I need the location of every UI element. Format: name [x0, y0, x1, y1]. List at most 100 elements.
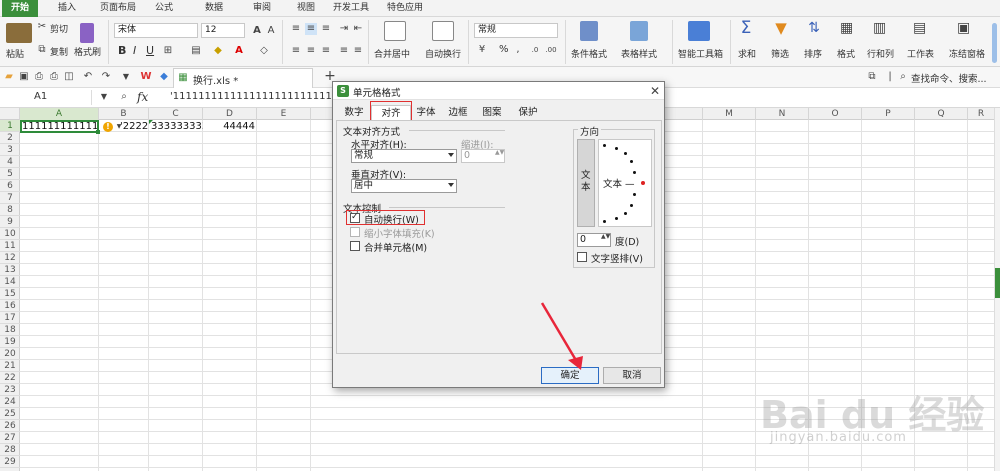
row-header[interactable]: 16 [0, 300, 20, 312]
name-box-dropdown-icon[interactable]: ▼ [98, 91, 110, 103]
qat-menu-icon[interactable]: ▼ [120, 71, 132, 83]
column-header-n[interactable]: N [756, 108, 809, 120]
degree-stepper[interactable]: 0 ▲▼ [577, 233, 611, 247]
tab-font[interactable]: 字体 [413, 105, 439, 120]
cell-d1[interactable]: 44444 [203, 121, 255, 133]
row-header[interactable]: 23 [0, 384, 20, 396]
row-header[interactable]: 3 [0, 144, 20, 156]
save-icon[interactable]: ▣ [18, 71, 30, 83]
redo-icon[interactable]: ↷ [100, 71, 112, 83]
vertical-stack-checkbox[interactable] [577, 252, 587, 262]
search-command-input[interactable]: 查找命令、搜索... [911, 71, 987, 85]
tab-data[interactable]: 数据 [196, 0, 232, 17]
tab-view[interactable]: 视图 [288, 0, 324, 17]
name-box[interactable]: A1 [2, 90, 92, 105]
paste-icon[interactable] [6, 23, 32, 43]
row-col-icon[interactable]: ▥ [873, 21, 886, 35]
tab-special[interactable]: 特色应用 [380, 0, 430, 17]
outdent-icon[interactable]: ⇤ [352, 23, 364, 35]
number-format-select[interactable]: 常规 [474, 23, 558, 38]
column-header-r[interactable]: R [968, 108, 994, 120]
clear-format-icon[interactable]: ◇ [258, 45, 270, 57]
column-header-q[interactable]: Q [915, 108, 968, 120]
filter-icon[interactable]: ▼ [775, 21, 787, 36]
format-painter-button[interactable]: 格式刷 [74, 45, 101, 58]
scroll-thumb[interactable] [995, 268, 1000, 298]
tab-page-layout[interactable]: 页面布局 [94, 0, 142, 17]
table-style-button[interactable]: 表格样式 [621, 47, 657, 60]
fill-color-icon[interactable]: ◆ [212, 45, 224, 57]
dial-handle[interactable] [641, 181, 645, 185]
justify-icon[interactable]: ≡ [338, 45, 350, 57]
format-button[interactable]: 格式 [837, 47, 855, 60]
zoom-icon[interactable]: ⌕ [118, 91, 130, 103]
freeze-button[interactable]: 冻结窗格 [949, 47, 985, 60]
worksheet-icon[interactable]: ▤ [913, 21, 926, 35]
tab-pattern[interactable]: 图案 [479, 105, 505, 120]
tab-home[interactable]: 开始 [2, 0, 38, 17]
filter-button[interactable]: 筛选 [771, 47, 789, 60]
row-header[interactable]: 27 [0, 432, 20, 444]
wrap-icon[interactable] [432, 21, 454, 41]
column-header-e[interactable]: E [257, 108, 311, 120]
collapse-icon[interactable]: ⧉ [866, 71, 878, 83]
distributed-icon[interactable]: ≡ [352, 45, 364, 57]
fx-button[interactable]: fx [137, 90, 148, 104]
tab-border[interactable]: 边框 [445, 105, 471, 120]
align-bottom-icon[interactable]: ≡ [320, 23, 332, 35]
row-header[interactable]: 25 [0, 408, 20, 420]
row-header[interactable]: 8 [0, 204, 20, 216]
row-header[interactable]: 11 [0, 240, 20, 252]
italic-button[interactable]: I [133, 44, 136, 57]
row-header[interactable]: 5 [0, 168, 20, 180]
row-header[interactable]: 26 [0, 420, 20, 432]
row-header[interactable]: 29 [0, 456, 20, 468]
row-header[interactable]: 1 [0, 120, 20, 132]
column-header-b[interactable]: B [99, 108, 149, 120]
align-center-icon[interactable]: ≡ [305, 45, 317, 57]
row-header[interactable]: 21 [0, 360, 20, 372]
align-middle-icon[interactable]: ≡ [305, 23, 317, 35]
copy-button[interactable]: 复制 [50, 45, 68, 58]
tab-developer[interactable]: 开发工具 [328, 0, 374, 17]
column-header-d[interactable]: D [203, 108, 257, 120]
row-header[interactable]: 14 [0, 276, 20, 288]
row-header[interactable]: 9 [0, 216, 20, 228]
indent-icon[interactable]: ⇥ [338, 23, 350, 35]
wps-logo-icon[interactable]: W [140, 71, 152, 83]
currency-icon[interactable]: ¥ [476, 44, 488, 56]
format-icon[interactable]: ▦ [840, 21, 853, 35]
row-header[interactable]: 19 [0, 336, 20, 348]
close-icon[interactable]: ✕ [649, 85, 661, 97]
export-icon[interactable]: ⎙ [33, 71, 45, 83]
row-header[interactable]: 18 [0, 324, 20, 336]
merge-cells-label[interactable]: 合并单元格(M) [364, 240, 427, 254]
sum-button[interactable]: 求和 [738, 47, 756, 60]
bold-button[interactable]: B [118, 44, 126, 57]
vertical-scrollbar[interactable] [994, 108, 1000, 471]
merge-icon[interactable] [384, 21, 406, 41]
fill-handle[interactable] [96, 130, 100, 134]
tab-number[interactable]: 数字 [341, 105, 367, 120]
shrink-to-fit-label[interactable]: 缩小字体填充(K) [364, 226, 435, 240]
horizontal-align-select[interactable]: 常规 [351, 149, 457, 163]
row-col-button[interactable]: 行和列 [867, 47, 894, 60]
column-header-m[interactable]: M [703, 108, 756, 120]
vertical-align-select[interactable]: 居中 [351, 179, 457, 193]
wrap-text-label[interactable]: 自动换行(W) [364, 212, 419, 226]
row-header[interactable]: 12 [0, 252, 20, 264]
cell-b1[interactable]: '2222 [120, 121, 150, 133]
tab-protection[interactable]: 保护 [515, 105, 541, 120]
freeze-icon[interactable]: ▣ [957, 21, 970, 35]
row-header[interactable]: 15 [0, 288, 20, 300]
smart-toolbox-button[interactable]: 智能工具箱 [678, 47, 723, 60]
brush-icon[interactable] [80, 23, 94, 43]
merge-center-button[interactable]: 合并居中 [374, 47, 410, 60]
vertical-stack-label[interactable]: 文字竖排(V) [591, 251, 643, 265]
formula-content[interactable]: '1111111111111111111111111 [170, 91, 332, 102]
sum-icon[interactable]: Σ [740, 20, 752, 37]
conditional-format-button[interactable]: 条件格式 [571, 47, 607, 60]
worksheet-button[interactable]: 工作表 [907, 47, 934, 60]
align-right-icon[interactable]: ≡ [320, 45, 332, 57]
ok-button[interactable]: 确定 [541, 367, 599, 384]
